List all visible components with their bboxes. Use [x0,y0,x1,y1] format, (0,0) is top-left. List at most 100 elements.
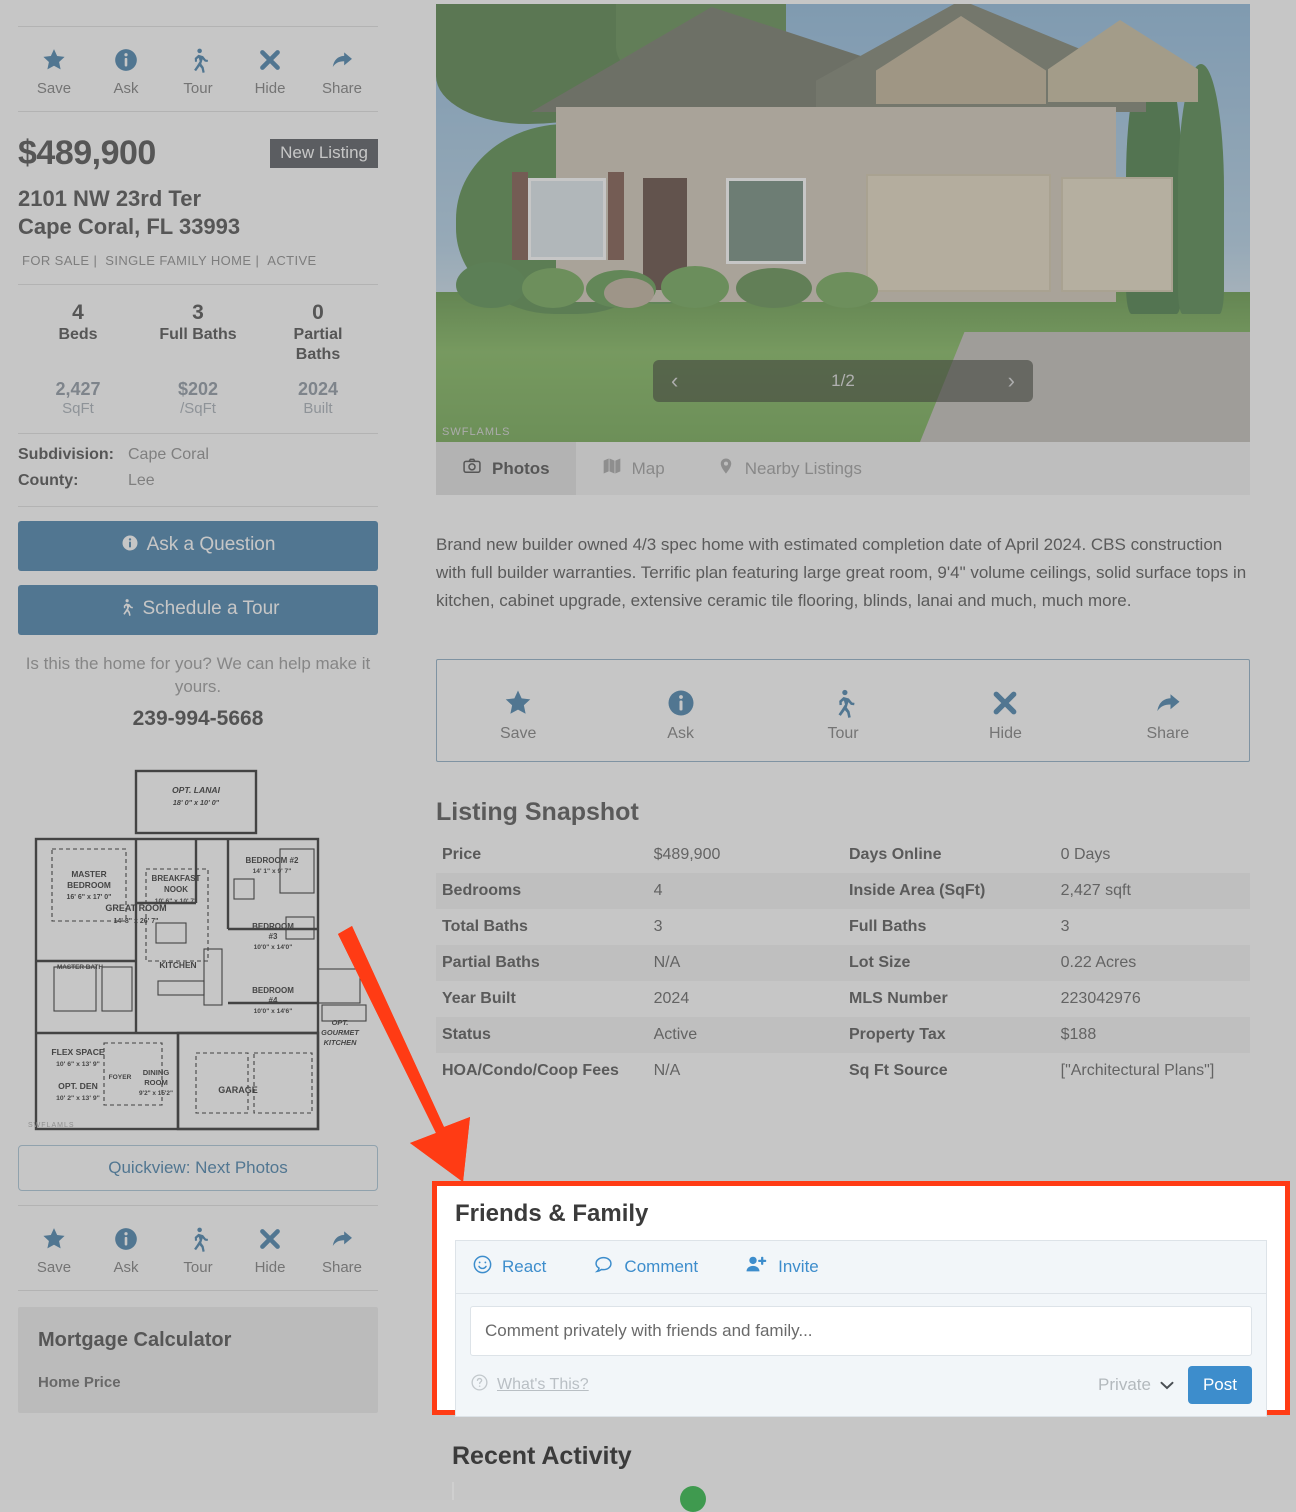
snapshot-table-left: Price $489,900 Bedrooms 4 Total Baths 3 Par… [436,837,843,1089]
svg-text:FOYER: FOYER [109,1074,132,1081]
tab-nearby-listings[interactable]: Nearby Listings [691,442,888,495]
main-action-label: Hide [988,725,1022,743]
table-row: MLS Number 223042976 [843,981,1250,1017]
sidebar-action-hide[interactable]: Hide [234,43,306,97]
svg-text:18' 0" x 10' 0": 18' 0" x 10' 0" [173,798,220,807]
main-action-label: Share [1146,725,1190,743]
svg-text:KITCHEN: KITCHEN [159,960,196,970]
photo-carousel-controls: ‹ 1/2 › [653,360,1033,402]
svg-text:10' 2" x 13' 9": 10' 2" x 13' 9" [56,1095,100,1102]
main-action-tour[interactable]: Tour [762,684,924,743]
photo-watermark: SWFLAMLS [442,426,511,438]
sidebar-action-label: Tour [183,80,213,97]
schedule-a-tour-button[interactable]: Schedule a Tour [18,585,378,636]
comment-button[interactable]: Comment [592,1254,698,1280]
sidebar-action-ask[interactable]: Ask [90,43,162,97]
quickview-next-photos-button[interactable]: Quickview: Next Photos [18,1145,378,1192]
sidebar-action-hide-bottom[interactable]: Hide [234,1222,306,1276]
sidebar-action-ask-bottom[interactable]: Ask [90,1222,162,1276]
window [528,178,606,260]
sidebar-action-save[interactable]: Save [18,43,90,97]
svg-text:OPT.: OPT. [332,1018,349,1027]
react-button[interactable]: React [472,1254,546,1280]
sidebar-action-label: Hide [254,80,286,97]
stat-label: Beds [58,326,98,344]
row-value: Active [653,1026,698,1044]
detail-key: County: [18,472,79,490]
tab-map[interactable]: Map [576,442,691,495]
share-arrow-icon [306,43,378,77]
listing-snapshot-title: Listing Snapshot [436,798,639,827]
row-key: HOA/Condo/Coop Fees [442,1062,619,1080]
svg-text:BEDROOM: BEDROOM [252,986,294,995]
floorplan-image[interactable]: OPT. LANAI 18' 0" x 10' 0" MASTER BEDROO… [18,753,378,1133]
tab-label: Nearby Listings [744,458,862,478]
main-action-hide[interactable]: Hide [924,684,1086,743]
comment-label: Comment [624,1257,699,1276]
row-key: Bedrooms [442,882,522,900]
meta-type: SINGLE FAMILY HOME [105,253,252,269]
rock [604,278,654,308]
privacy-value: Private [1098,1375,1151,1394]
share-arrow-icon [1087,684,1249,722]
row-value: 2,427 sqft [1060,882,1131,900]
tab-label: Map [631,458,665,478]
row-value: N/A [653,954,681,972]
sidebar-action-save-bottom[interactable]: Save [18,1222,90,1276]
privacy-selector[interactable]: Private [1098,1375,1174,1395]
svg-text:#3: #3 [269,932,278,941]
svg-text:14' 1" x 9' 7": 14' 1" x 9' 7" [253,868,292,875]
ask-a-question-button[interactable]: Ask a Question [18,521,378,572]
table-row: Property Tax $188 [843,1017,1250,1054]
sidebar-action-share[interactable]: Share [306,43,378,97]
stat-sqft: 2,427 SqFt [18,379,138,417]
stat-value: $202 [177,379,219,400]
table-row: Year Built 2024 [436,981,843,1017]
detail-county: County: Lee [18,472,378,490]
main-action-ask[interactable]: Ask [599,684,761,743]
svg-text:BEDROOM: BEDROOM [67,880,111,890]
walking-person-icon [117,598,135,622]
divider [18,284,378,286]
question-circle-icon [470,1373,489,1397]
row-key: Status [442,1026,491,1044]
close-x-icon [234,1222,306,1256]
stat-label: /SqFt [180,400,216,418]
row-key: MLS Number [849,990,948,1008]
shrub [736,268,812,308]
post-button[interactable]: Post [1187,1366,1252,1404]
sidebar-action-share-bottom[interactable]: Share [306,1222,378,1276]
main-action-save[interactable]: Save [437,684,599,743]
stat-label: Built [303,400,333,418]
mortgage-calculator-title: Mortgage Calculator [38,1329,232,1352]
svg-text:DINING: DINING [143,1068,170,1077]
smiley-face-icon [472,1254,493,1280]
speech-bubble-icon [592,1254,615,1280]
info-circle-icon [90,1222,162,1256]
detail-value: Lee [128,472,155,490]
composer-footer: What's This? Private Post [456,1356,1266,1416]
main-action-share[interactable]: Share [1087,684,1249,743]
garage-door [866,174,1051,292]
address-line-2: Cape Coral, FL 33993 [18,214,241,240]
stat-value: 2024 [297,379,339,400]
photo-tabs: Photos Map Nearby Listings [436,442,1250,495]
property-sidebar: Save Ask Tour Hide Share $489,900 New Li… [0,0,396,1500]
react-label: React [502,1257,547,1276]
comment-input[interactable]: Comment privately with friends and famil… [470,1306,1252,1356]
sidebar-action-tour[interactable]: Tour [162,43,234,97]
tab-photos[interactable]: Photos [436,442,576,495]
sidebar-action-tour-bottom[interactable]: Tour [162,1222,234,1276]
table-row: Sq Ft Source ["Architectural Plans"] [843,1053,1250,1089]
invite-label: Invite [778,1257,819,1276]
property-photo[interactable]: SWFLAMLS ‹ 1/2 › [436,4,1250,442]
svg-text:OPT. DEN: OPT. DEN [58,1081,98,1091]
composer-actions: Private Post [1098,1366,1252,1404]
whats-this-link[interactable]: What's This? [470,1373,589,1397]
row-value: 223042976 [1060,990,1141,1008]
map-pin-icon [717,456,735,481]
star-icon [18,1222,90,1256]
chevron-right-icon[interactable]: › [1008,370,1015,392]
invite-button[interactable]: Invite [744,1254,819,1280]
chevron-left-icon[interactable]: ‹ [671,370,678,392]
